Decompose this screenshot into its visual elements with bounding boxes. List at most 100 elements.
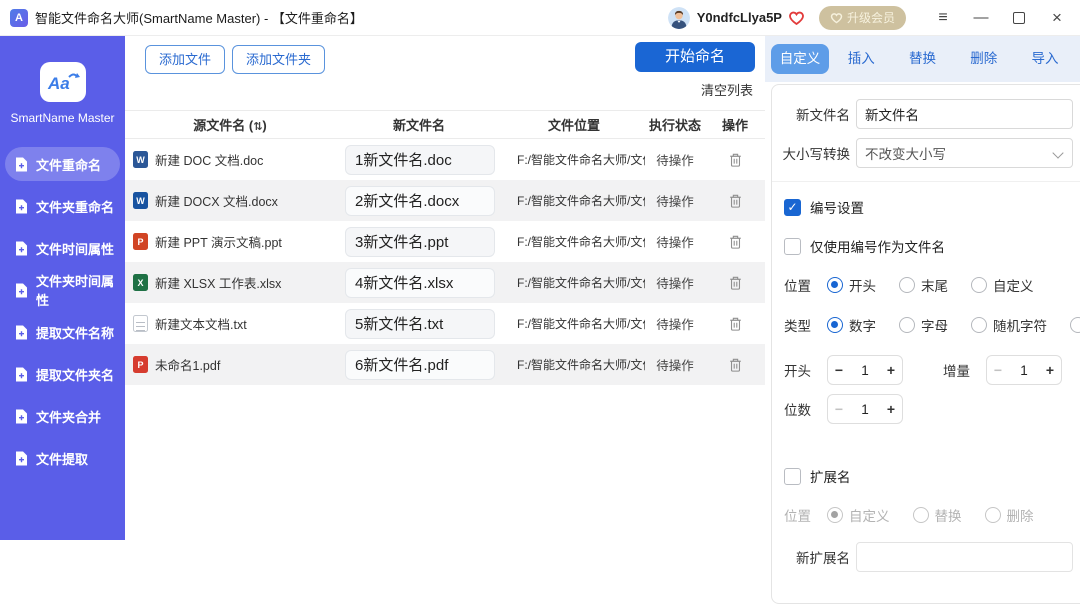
source-file-name: 新建 PPT 演示文稿.ppt bbox=[155, 232, 282, 251]
start-rename-button[interactable]: 开始命名 bbox=[635, 42, 755, 72]
file-type-icon: W bbox=[133, 192, 148, 209]
new-name-input[interactable]: 5新文件名.txt bbox=[345, 309, 495, 339]
radio-label: 替换 bbox=[935, 505, 962, 525]
minus-button[interactable]: − bbox=[828, 362, 850, 378]
sidebar: Aa SmartName Master 文件重命名 文件夹重命名 bbox=[0, 36, 125, 540]
close-icon[interactable]: × bbox=[1042, 8, 1072, 28]
sidebar-item-3[interactable]: 文件时间属性 bbox=[5, 231, 120, 265]
delete-row-button[interactable] bbox=[726, 273, 745, 293]
member-shield-icon bbox=[830, 12, 843, 24]
sidebar-menu: 文件重命名 文件夹重命名 文件时间属性 文件夹时间属性 bbox=[0, 147, 125, 475]
plus-button[interactable]: + bbox=[880, 362, 902, 378]
sidebar-item-5[interactable]: 提取文件名称 bbox=[5, 315, 120, 349]
table-row: W 新建 DOC 文档.doc 1新文件名.doc F:/智能文件命名大师/文件… bbox=[125, 139, 765, 180]
radio-option-2[interactable]: 替换 bbox=[913, 505, 962, 525]
delete-row-button[interactable] bbox=[726, 191, 745, 211]
tab-1[interactable]: 自定义 bbox=[771, 44, 829, 74]
radio-circle-icon bbox=[827, 507, 843, 523]
delete-row-button[interactable] bbox=[726, 232, 745, 252]
source-file-name: 新建 XLSX 工作表.xlsx bbox=[155, 273, 281, 292]
sidebar-item-4[interactable]: 文件夹时间属性 bbox=[5, 273, 120, 307]
radio-label: 开头 bbox=[849, 275, 876, 295]
extension-checkbox[interactable]: ✓ bbox=[784, 468, 801, 485]
sidebar-item-label: 文件时间属性 bbox=[36, 239, 114, 258]
add-folder-button[interactable]: 添加文件夹 bbox=[232, 45, 325, 74]
file-location: F:/智能文件命名大师/文件/新 bbox=[503, 192, 645, 209]
table-row: P 新建 PPT 演示文稿.ppt 3新文件名.ppt F:/智能文件命名大师/… bbox=[125, 221, 765, 262]
header-source: 源文件名 (⇅) bbox=[125, 115, 335, 134]
new-name-input[interactable]: 6新文件名.pdf bbox=[345, 350, 495, 380]
menu-icon[interactable]: ≡ bbox=[928, 9, 958, 27]
tab-5[interactable]: 导入 bbox=[1016, 44, 1074, 74]
delete-row-button[interactable] bbox=[726, 150, 745, 170]
increment-value[interactable]: 1 bbox=[1009, 363, 1039, 378]
header-new-name: 新文件名 bbox=[335, 115, 503, 134]
add-file-button[interactable]: 添加文件 bbox=[145, 45, 225, 74]
table-header: 源文件名 (⇅) 新文件名 文件位置 执行状态 操作 bbox=[125, 110, 765, 139]
new-extension-input[interactable] bbox=[856, 542, 1073, 572]
maximize-icon[interactable] bbox=[1004, 12, 1034, 24]
radio-option-1[interactable]: 开头 bbox=[827, 275, 876, 295]
minus-button[interactable]: − bbox=[987, 362, 1009, 378]
radio-label: 末尾 bbox=[921, 275, 948, 295]
sidebar-item-8[interactable]: 文件提取 bbox=[5, 441, 120, 475]
tab-3[interactable]: 替换 bbox=[894, 44, 952, 74]
new-name-input[interactable]: 3新文件名.ppt bbox=[345, 227, 495, 257]
delete-row-button[interactable] bbox=[726, 355, 745, 375]
numbering-checkbox[interactable]: ✓ bbox=[784, 199, 801, 216]
plus-button[interactable]: + bbox=[880, 401, 902, 417]
file-type-icon: P bbox=[133, 356, 148, 373]
radio-circle-icon bbox=[985, 507, 1001, 523]
radio-option-2[interactable]: 末尾 bbox=[899, 275, 948, 295]
sidebar-item-1[interactable]: 文件重命名 bbox=[5, 147, 120, 181]
new-name-input[interactable]: 1新文件名.doc bbox=[345, 145, 495, 175]
radio-circle-icon bbox=[827, 277, 843, 293]
source-file-name: 新建 DOC 文档.doc bbox=[155, 150, 263, 169]
sidebar-item-6[interactable]: 提取文件夹名 bbox=[5, 357, 120, 391]
radio-option-1[interactable]: 数字 bbox=[827, 315, 876, 335]
increment-label: 增量 bbox=[943, 360, 973, 380]
digits-value[interactable]: 1 bbox=[850, 402, 880, 417]
file-plus-icon bbox=[15, 367, 28, 382]
radio-option-4[interactable]: 时间 bbox=[1070, 315, 1080, 335]
brand-name: SmartName Master bbox=[0, 111, 125, 125]
new-extension-label: 新扩展名 bbox=[778, 547, 850, 567]
new-name-input[interactable]: 4新文件名.xlsx bbox=[345, 268, 495, 298]
ext-position-group-label: 位置 bbox=[784, 505, 814, 525]
new-filename-input[interactable] bbox=[856, 99, 1073, 129]
radio-option-3[interactable]: 随机字符 bbox=[971, 315, 1047, 335]
case-convert-select[interactable]: 不改变大小写 bbox=[856, 138, 1073, 168]
window-title: 智能文件命名大师(SmartName Master) - 【文件重命名】 bbox=[35, 8, 363, 27]
start-value[interactable]: 1 bbox=[850, 363, 880, 378]
file-plus-icon bbox=[15, 241, 28, 256]
radio-circle-icon bbox=[1070, 317, 1080, 333]
clear-list-link[interactable]: 清空列表 bbox=[701, 83, 753, 98]
radio-circle-icon bbox=[971, 277, 987, 293]
avatar[interactable] bbox=[668, 7, 690, 29]
upgrade-member-button[interactable]: 升级会员 bbox=[819, 6, 906, 30]
plus-button[interactable]: + bbox=[1039, 362, 1061, 378]
file-location: F:/智能文件命名大师/文件/新 bbox=[503, 274, 645, 291]
sidebar-item-7[interactable]: 文件夹合并 bbox=[5, 399, 120, 433]
digits-label: 位数 bbox=[784, 399, 814, 419]
radio-circle-icon bbox=[827, 317, 843, 333]
delete-row-button[interactable] bbox=[726, 314, 745, 334]
sidebar-item-2[interactable]: 文件夹重命名 bbox=[5, 189, 120, 223]
new-name-input[interactable]: 2新文件名.docx bbox=[345, 186, 495, 216]
ext-position-options: 自定义 替换 删除 bbox=[827, 505, 1034, 525]
file-location: F:/智能文件命名大师/文件/未 bbox=[503, 356, 645, 373]
radio-option-1[interactable]: 自定义 bbox=[827, 505, 890, 525]
radio-option-2[interactable]: 字母 bbox=[899, 315, 948, 335]
tab-2[interactable]: 插入 bbox=[832, 44, 890, 74]
file-table: 源文件名 (⇅) 新文件名 文件位置 执行状态 操作 W 新建 DOC 文档.d… bbox=[125, 110, 765, 385]
settings-panel: 自定义插入替换删除导入 新文件名 大小写转换 不改变大小写 ✓ 编号设置 ✓ 仅… bbox=[765, 36, 1080, 540]
minimize-icon[interactable]: — bbox=[966, 9, 996, 26]
file-plus-icon bbox=[15, 325, 28, 340]
tab-4[interactable]: 删除 bbox=[955, 44, 1013, 74]
radio-option-3[interactable]: 自定义 bbox=[971, 275, 1034, 295]
minus-button[interactable]: − bbox=[828, 401, 850, 417]
check-icon: ✓ bbox=[787, 201, 797, 213]
radio-option-3[interactable]: 删除 bbox=[985, 505, 1034, 525]
status-text: 待操作 bbox=[645, 273, 705, 292]
only-number-checkbox[interactable]: ✓ bbox=[784, 238, 801, 255]
